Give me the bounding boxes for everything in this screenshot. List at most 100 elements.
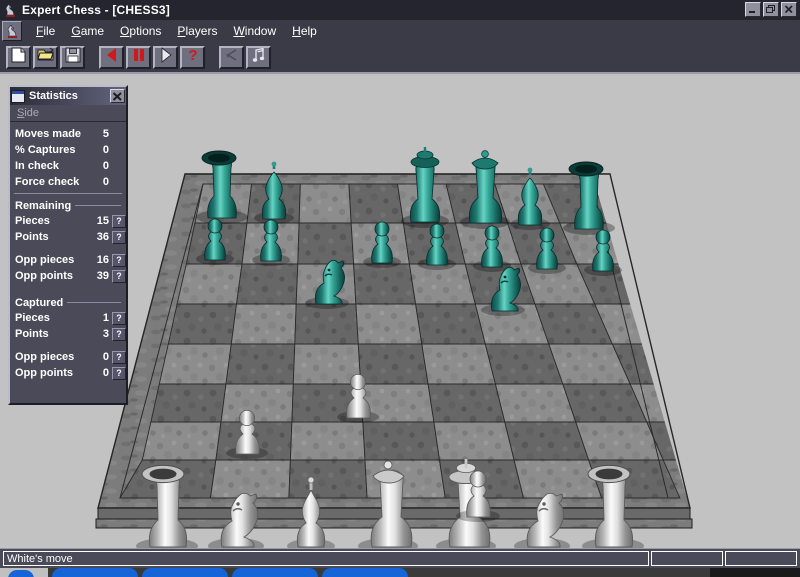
red-pause-icon (132, 47, 146, 68)
row-spacer (10, 245, 126, 252)
stat-row-remaining-opp-pieces: Opp pieces 16 ? (10, 252, 126, 268)
help-button[interactable]: ? (112, 366, 126, 380)
open-folder-icon (36, 47, 55, 67)
knight-chess-piece-icon (2, 2, 18, 18)
taskbar-button[interactable] (142, 568, 228, 577)
stat-row-remaining-pieces: Pieces 15 ? (10, 213, 126, 229)
section-header-captured: Captured (10, 295, 126, 310)
section-rule (75, 205, 121, 206)
status-message: White's move (3, 551, 649, 566)
stat-label: Force check (15, 176, 80, 188)
stat-row-moves-made: Moves made 5 (10, 126, 126, 142)
music-note-icon (252, 47, 266, 68)
close-icon[interactable] (110, 89, 125, 103)
window-controls-outer (745, 2, 797, 17)
close-icon[interactable] (781, 2, 797, 17)
mdi-window-icon (11, 89, 25, 103)
section-title: Remaining (15, 199, 72, 212)
stat-label: Opp pieces (15, 254, 75, 266)
stat-row-captured-opp-points: Opp points 0 ? (10, 365, 126, 381)
step-back-button[interactable] (99, 45, 124, 69)
toolbar: ? (0, 42, 800, 74)
stat-label: Moves made (15, 128, 82, 140)
stat-value: 0 (102, 176, 109, 188)
stat-label: Points (15, 328, 49, 340)
menu-item-file[interactable]: File (28, 22, 63, 40)
move-list-button[interactable] (219, 45, 244, 69)
stat-row-remaining-opp-points: Opp points 39 ? (10, 268, 126, 284)
forward-triangle-icon (159, 46, 173, 68)
open-game-button[interactable] (33, 45, 58, 69)
help-button[interactable]: ? (112, 350, 126, 364)
restore-icon[interactable] (763, 2, 779, 17)
save-game-button[interactable] (60, 45, 85, 69)
section-rule (67, 302, 121, 303)
section-header-remaining: Remaining (10, 198, 126, 213)
system-tray[interactable] (710, 568, 800, 577)
stat-label: In check (15, 160, 60, 172)
window-titlebar[interactable]: Expert Chess - [CHESS3] (0, 0, 800, 20)
help-button[interactable]: ? (112, 311, 126, 325)
toolbar-separator-1 (87, 57, 99, 58)
desktop-taskbar[interactable] (0, 568, 800, 577)
hint-button[interactable]: ? (180, 45, 205, 69)
stat-label: Opp points (15, 270, 74, 282)
stat-value: 0 (102, 144, 109, 156)
status-pane-2 (651, 551, 723, 566)
menu-item-game[interactable]: Game (63, 22, 112, 40)
stat-row-force-check: Force check 0 (10, 174, 126, 190)
red-question-mark-icon: ? (186, 47, 200, 68)
stat-value: 16 (96, 254, 109, 266)
svg-text:?: ? (188, 47, 197, 63)
stat-value: 15 (96, 215, 109, 227)
sound-button[interactable] (246, 45, 271, 69)
toolbar-separator-2 (207, 57, 219, 58)
menu-item-window[interactable]: Window (225, 22, 284, 40)
statistics-titlebar[interactable]: Statistics (10, 87, 126, 105)
row-spacer (10, 284, 126, 291)
stat-value: 1 (102, 312, 109, 324)
stat-row-in-check: In check 0 (10, 158, 126, 174)
menubar: File Game Options Players Window Help (0, 20, 800, 59)
menu-item-side[interactable]: Side (14, 106, 42, 120)
help-button[interactable]: ? (112, 214, 126, 228)
stat-row-remaining-points: Points 36 ? (10, 229, 126, 245)
minimize-icon[interactable] (745, 2, 761, 17)
page-title: Expert Chess - [CHESS3] (22, 3, 170, 17)
stat-value: 0 (102, 351, 109, 363)
help-button[interactable]: ? (112, 327, 126, 341)
new-game-button[interactable] (6, 45, 31, 69)
menu-item-players[interactable]: Players (169, 22, 225, 40)
taskbar-button[interactable] (52, 568, 138, 577)
statusbar: White's move (0, 548, 800, 568)
expert-chess-application-window: Expert Chess - [CHESS3] File Game Option… (0, 0, 800, 577)
stat-value: 0 (102, 367, 109, 379)
help-button[interactable]: ? (112, 253, 126, 267)
stat-row-captured-points: Points 3 ? (10, 326, 126, 342)
stat-value: 5 (102, 128, 109, 140)
taskbar-button[interactable] (322, 568, 408, 577)
menu-item-help[interactable]: Help (284, 22, 325, 40)
status-pane-3 (725, 551, 797, 566)
pause-button[interactable] (126, 45, 151, 69)
red-back-triangle-icon (105, 47, 119, 68)
section-title: Captured (15, 296, 64, 309)
menu-item-options[interactable]: Options (112, 22, 169, 40)
statistics-menubar: Side (10, 105, 126, 122)
stat-value: 36 (96, 231, 109, 243)
stat-value: 0 (102, 160, 109, 172)
new-document-icon (11, 47, 26, 68)
help-button[interactable]: ? (112, 230, 126, 244)
step-forward-button[interactable] (153, 45, 178, 69)
row-spacer (10, 342, 126, 349)
help-button[interactable]: ? (112, 269, 126, 283)
stat-label: Points (15, 231, 49, 243)
stat-label: Pieces (15, 312, 50, 324)
start-button[interactable] (0, 568, 48, 577)
taskbar-button[interactable] (232, 568, 318, 577)
mdi-document-icon[interactable] (2, 21, 22, 41)
stat-label: Opp pieces (15, 351, 75, 363)
statistics-window[interactable]: Statistics Side Moves made 5 % Captures … (8, 85, 128, 405)
stat-value: 39 (96, 270, 109, 282)
stat-row-captured-pieces: Pieces 1 ? (10, 310, 126, 326)
